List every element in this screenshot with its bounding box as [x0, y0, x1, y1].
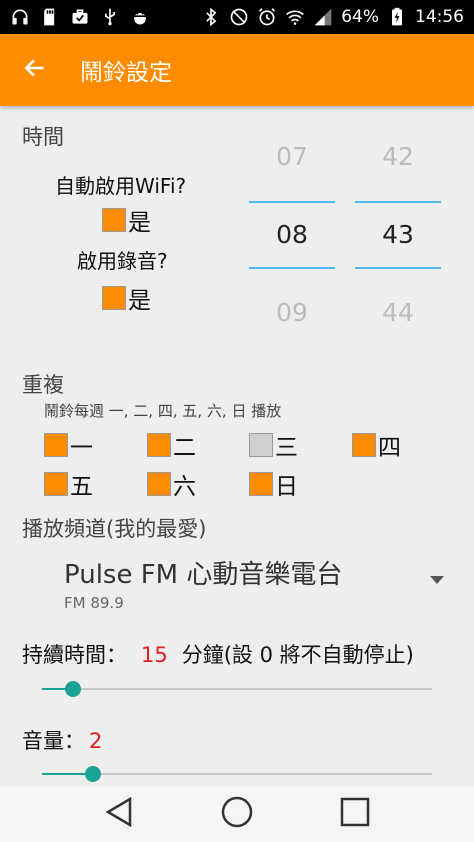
- channel-section-label: 播放頻道(我的最愛): [22, 517, 207, 541]
- recents-square-icon: [339, 796, 371, 832]
- briefcase-check-icon: [70, 7, 90, 27]
- day-checkbox-thu[interactable]: 四: [352, 428, 401, 462]
- volume-value: 2: [89, 729, 103, 753]
- day-checkbox-sun[interactable]: 日: [249, 467, 298, 501]
- checkbox-square-icon: [44, 433, 68, 457]
- back-triangle-icon: [104, 796, 134, 832]
- minute-divider-top: [355, 201, 441, 203]
- minute-next[interactable]: 44: [355, 274, 441, 352]
- duration-row: 持續時間： 15 分鐘(設 0 將不自動停止): [22, 639, 414, 669]
- wifi-question: 自動啟用WiFi?: [55, 174, 187, 198]
- checkbox-square-icon: [102, 208, 126, 232]
- checkbox-square-icon: [44, 472, 68, 496]
- battery-charging-icon: [387, 7, 407, 27]
- duration-note: 分鐘(設 0 將不自動停止): [181, 643, 414, 667]
- volume-row: 音量： 2: [22, 725, 102, 755]
- status-time: 14:56: [415, 7, 464, 27]
- duration-label: 持續時間：: [22, 643, 127, 667]
- minute-prev[interactable]: 42: [355, 118, 441, 196]
- hour-picker[interactable]: 07 08 09: [249, 118, 335, 352]
- battery-percent: 64%: [341, 7, 379, 27]
- volume-slider-thumb[interactable]: [84, 766, 101, 782]
- hour-next[interactable]: 09: [249, 274, 335, 352]
- checkbox-square-icon: [147, 472, 171, 496]
- app-bar: 鬧鈴設定: [0, 34, 474, 106]
- day-label: 三: [275, 435, 298, 461]
- home-circle-icon: [220, 795, 254, 833]
- day-checkbox-wed[interactable]: 三: [249, 428, 298, 462]
- wifi-answer: 是: [128, 210, 151, 236]
- wifi-checkbox[interactable]: 是: [102, 203, 151, 237]
- checkbox-square-icon: [249, 433, 273, 457]
- usb-icon: [100, 7, 120, 27]
- day-checkbox-sat[interactable]: 六: [147, 467, 196, 501]
- headphones-icon: [10, 7, 30, 27]
- alarm-icon: [257, 7, 277, 27]
- checkbox-square-icon: [147, 433, 171, 457]
- checkbox-square-icon: [249, 472, 273, 496]
- minute-picker[interactable]: 42 43 44: [355, 118, 441, 352]
- page-title: 鬧鈴設定: [80, 60, 172, 86]
- day-checkbox-mon[interactable]: 一: [44, 428, 93, 462]
- arrow-left-icon: [22, 55, 48, 85]
- day-label: 二: [173, 435, 196, 461]
- record-answer: 是: [128, 288, 151, 314]
- dropdown-arrow-icon[interactable]: [430, 576, 444, 584]
- day-label: 六: [173, 474, 196, 500]
- minute-divider-bottom: [355, 267, 441, 269]
- record-question: 啟用錄音?: [77, 249, 168, 273]
- android-debug-icon: [130, 7, 150, 27]
- wifi-icon: [285, 7, 305, 27]
- mute-icon: [229, 7, 249, 27]
- duration-value: 15: [141, 643, 168, 667]
- signal-icon: [313, 7, 333, 27]
- hour-divider-bottom: [249, 267, 335, 269]
- record-checkbox[interactable]: 是: [102, 281, 151, 315]
- nav-recents-button[interactable]: [335, 794, 375, 834]
- nav-back-button[interactable]: [99, 794, 139, 834]
- repeat-summary: 鬧鈴每週 一, 二, 四, 五, 六, 日 播放: [44, 402, 282, 420]
- system-nav-bar: [0, 786, 474, 842]
- back-button[interactable]: [0, 34, 70, 106]
- hour-divider-top: [249, 201, 335, 203]
- day-checkbox-tue[interactable]: 二: [147, 428, 196, 462]
- duration-slider-track[interactable]: [42, 688, 432, 690]
- day-label: 一: [70, 435, 93, 461]
- checkbox-square-icon: [102, 286, 126, 310]
- channel-spinner-name[interactable]: Pulse FM 心動音樂電台: [64, 554, 342, 591]
- day-label: 五: [70, 474, 93, 500]
- hour-prev[interactable]: 07: [249, 118, 335, 196]
- nav-home-button[interactable]: [217, 794, 257, 834]
- time-section-label: 時間: [22, 125, 64, 149]
- duration-slider-thumb[interactable]: [65, 681, 82, 697]
- hour-selected[interactable]: 08: [249, 196, 335, 274]
- day-checkbox-fri[interactable]: 五: [44, 467, 93, 501]
- status-bar: 64% 14:56: [0, 0, 474, 34]
- channel-spinner-freq[interactable]: FM 89.9: [64, 594, 124, 612]
- day-label: 四: [378, 435, 401, 461]
- bluetooth-icon: [201, 7, 221, 27]
- volume-label: 音量：: [22, 729, 85, 753]
- minute-selected[interactable]: 43: [355, 196, 441, 274]
- checkbox-square-icon: [352, 433, 376, 457]
- repeat-section-label: 重複: [22, 373, 64, 397]
- sd-card-icon: [40, 7, 60, 27]
- day-label: 日: [275, 474, 298, 500]
